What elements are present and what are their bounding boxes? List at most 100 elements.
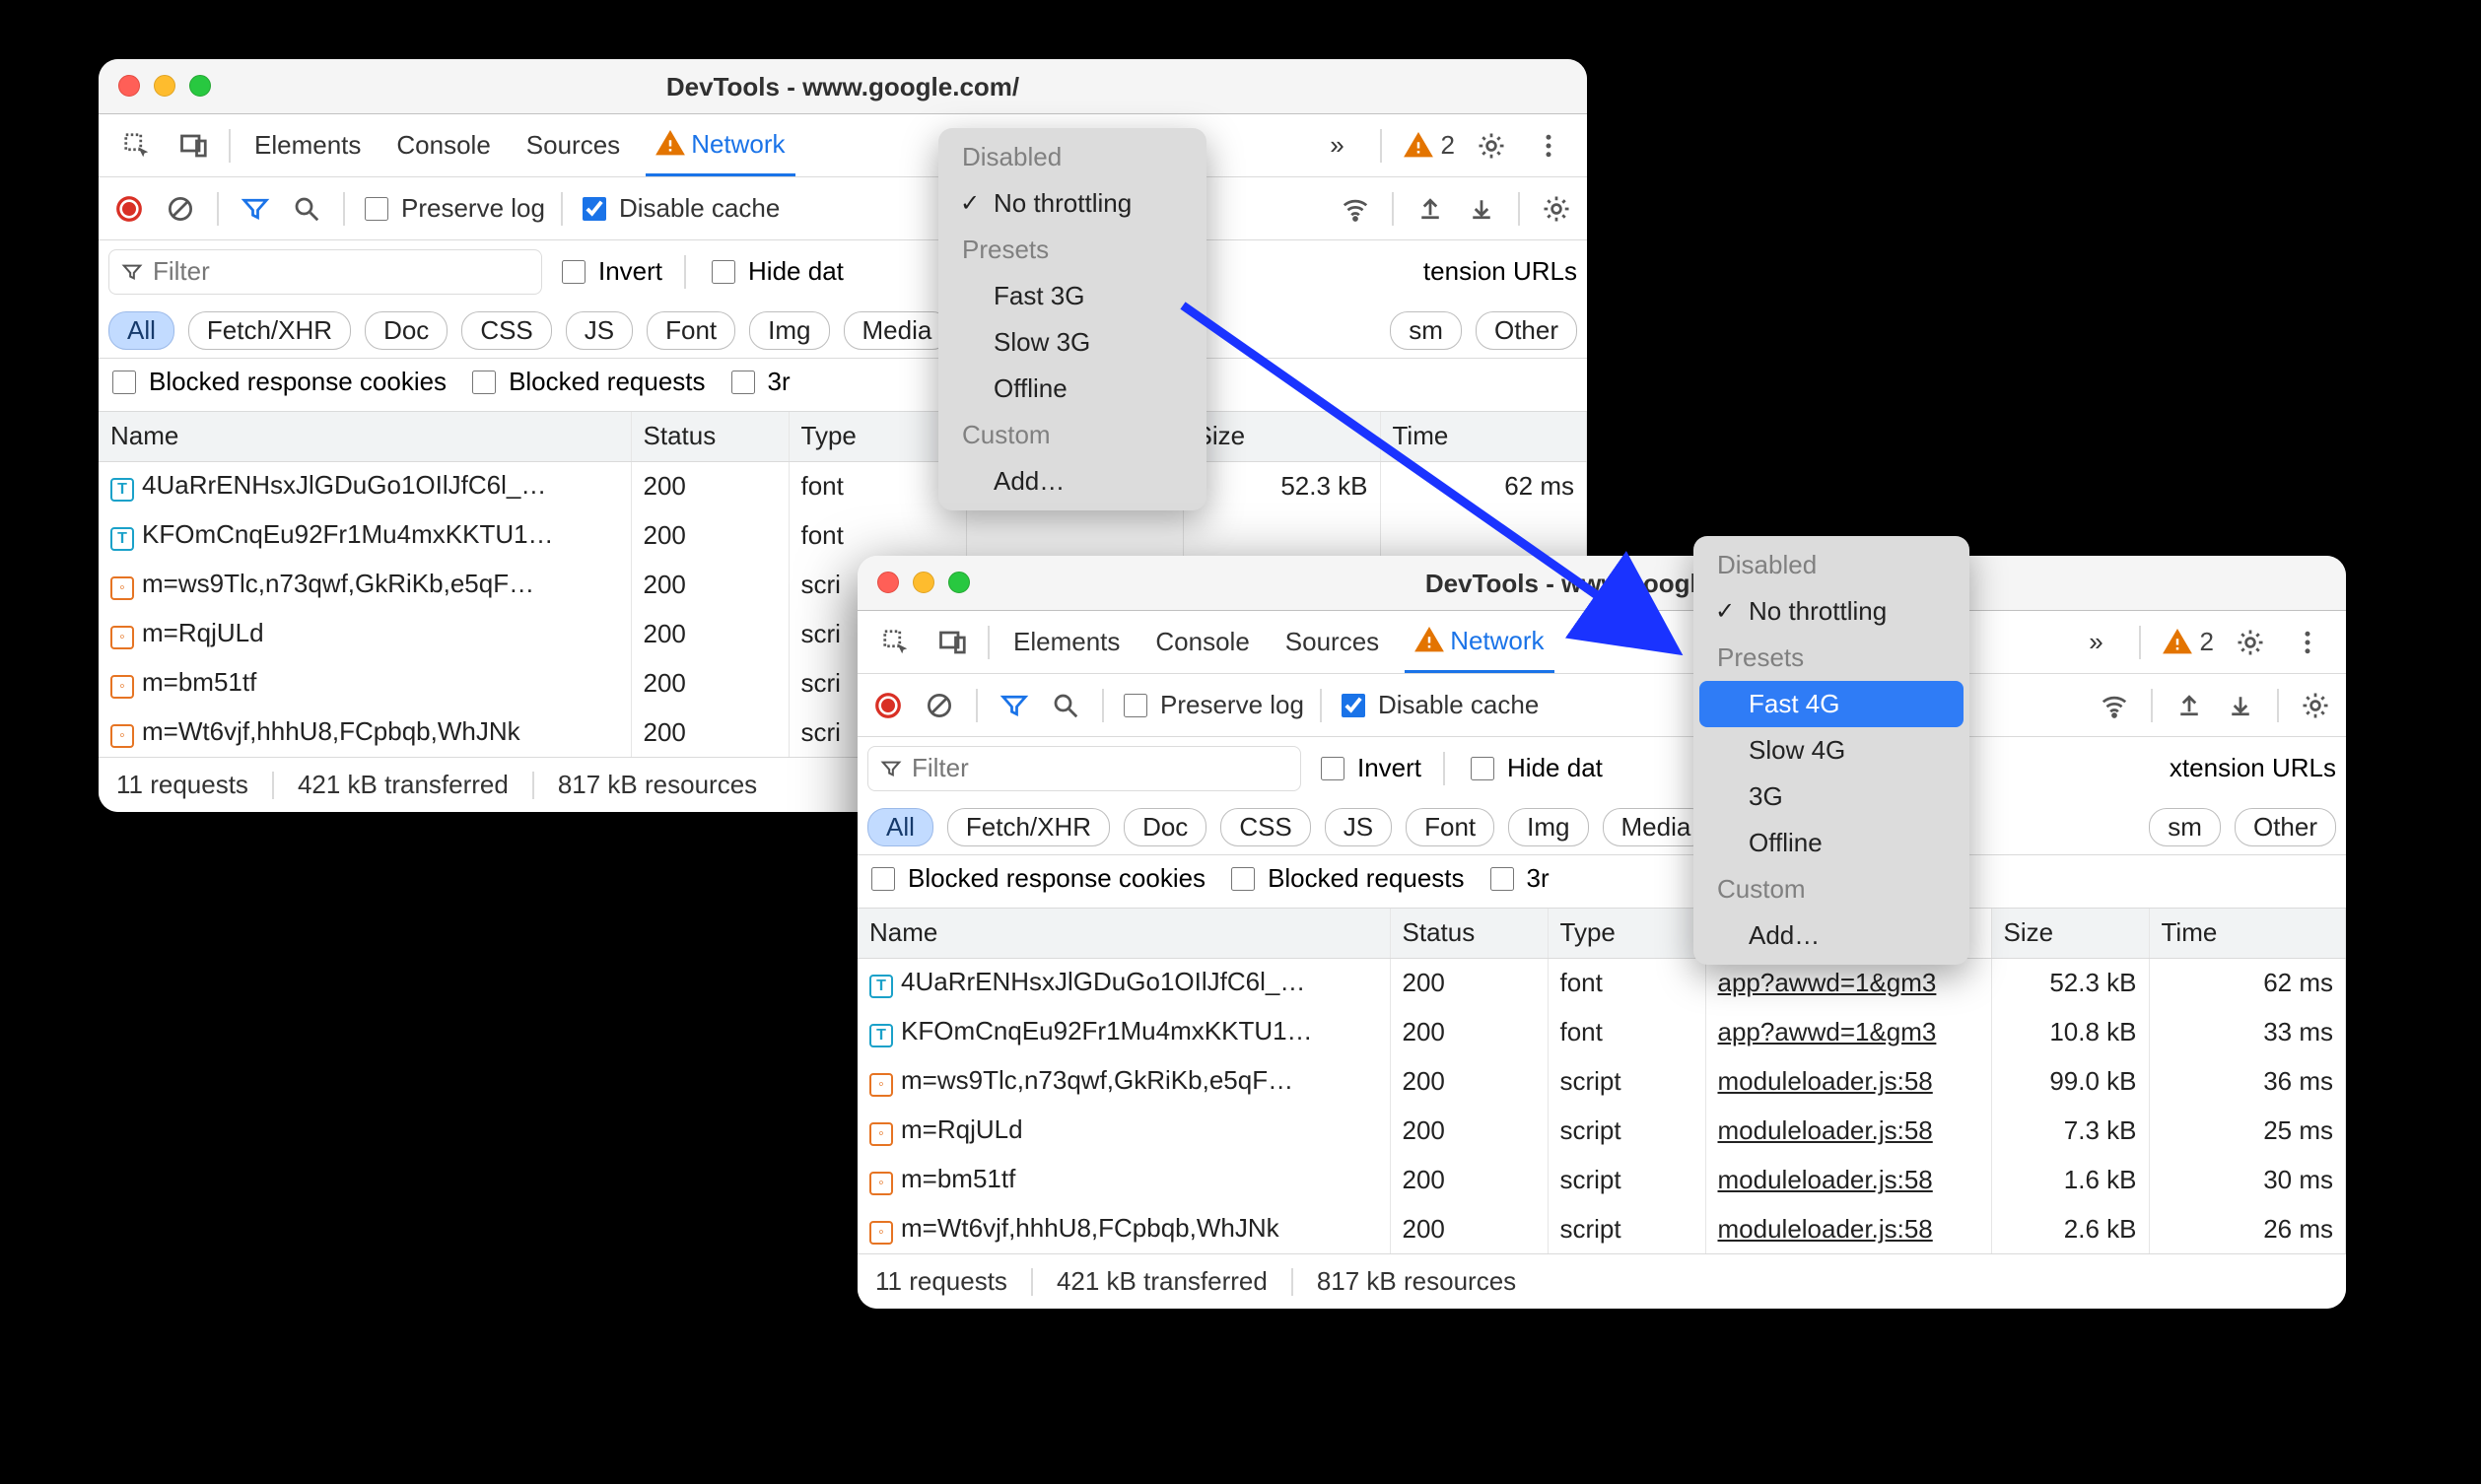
preserve-log-checkbox[interactable]: Preserve log [1120, 690, 1304, 720]
chip-css[interactable]: CSS [1220, 808, 1310, 846]
tab-sources[interactable]: Sources [1275, 611, 1389, 673]
filter-input[interactable]: Filter [108, 249, 542, 295]
blocked-requests-checkbox[interactable]: Blocked requests [1227, 863, 1464, 894]
menu-item-add[interactable]: Add… [944, 458, 1201, 505]
invert-input[interactable] [1321, 757, 1344, 780]
more-tabs-button[interactable]: » [1317, 125, 1358, 167]
network-settings-button[interactable] [1536, 188, 1577, 230]
blocked-requests-input[interactable] [472, 371, 496, 394]
blocked-requests-input[interactable] [1231, 867, 1255, 891]
hide-data-input[interactable] [712, 260, 735, 284]
menu-item-offline[interactable]: Offline [1699, 820, 1964, 866]
blocked-cookies-checkbox[interactable]: Blocked response cookies [867, 863, 1206, 894]
third-party-checkbox[interactable]: 3r [727, 367, 791, 397]
inspect-element-icon[interactable] [875, 622, 917, 663]
chip-fetch-xhr[interactable]: Fetch/XHR [947, 808, 1110, 846]
col-name[interactable]: Name [99, 412, 631, 461]
menu-item-no-throttling[interactable]: ✓ No throttling [1699, 588, 1964, 635]
chip-wasm-partial[interactable]: sm [2149, 808, 2221, 846]
invert-input[interactable] [562, 260, 586, 284]
tab-network[interactable]: Network [646, 114, 794, 176]
chip-img[interactable]: Img [749, 311, 829, 350]
network-settings-button[interactable] [2295, 685, 2336, 726]
invert-checkbox[interactable]: Invert [1317, 753, 1421, 783]
blocked-cookies-checkbox[interactable]: Blocked response cookies [108, 367, 447, 397]
issues-counter[interactable]: 2 [2163, 627, 2214, 657]
req-initiator[interactable]: moduleloader.js:58 [1705, 1155, 1991, 1204]
blocked-requests-checkbox[interactable]: Blocked requests [468, 367, 705, 397]
settings-button[interactable] [2230, 622, 2271, 663]
settings-button[interactable] [1471, 125, 1512, 167]
filter-toggle-button[interactable] [235, 188, 276, 230]
network-conditions-button[interactable] [1335, 188, 1376, 230]
inspect-element-icon[interactable] [116, 125, 158, 167]
issues-counter[interactable]: 2 [1404, 130, 1455, 161]
menu-item-offline[interactable]: Offline [944, 366, 1201, 412]
record-button[interactable] [108, 188, 150, 230]
col-size[interactable]: Size [1183, 412, 1380, 461]
chip-js[interactable]: JS [1325, 808, 1392, 846]
col-size[interactable]: Size [1991, 909, 2149, 958]
hide-data-input[interactable] [1471, 757, 1494, 780]
col-status[interactable]: Status [1390, 909, 1548, 958]
chip-fetch-xhr[interactable]: Fetch/XHR [188, 311, 351, 350]
third-party-checkbox[interactable]: 3r [1486, 863, 1550, 894]
invert-checkbox[interactable]: Invert [558, 256, 662, 287]
more-tabs-button[interactable]: » [2076, 622, 2117, 663]
menu-item-slow-4g[interactable]: Slow 4G [1699, 727, 1964, 774]
req-initiator[interactable]: moduleloader.js:58 [1705, 1106, 1991, 1155]
search-button[interactable] [1045, 685, 1086, 726]
preserve-log-checkbox[interactable]: Preserve log [361, 193, 545, 224]
menu-item-fast-3g[interactable]: Fast 3G [944, 273, 1201, 319]
chip-font[interactable]: Font [1406, 808, 1494, 846]
export-har-button[interactable] [1461, 188, 1502, 230]
clear-button[interactable] [919, 685, 960, 726]
chip-doc[interactable]: Doc [365, 311, 448, 350]
chip-doc[interactable]: Doc [1124, 808, 1206, 846]
tab-network[interactable]: Network [1405, 611, 1553, 673]
tab-elements[interactable]: Elements [1003, 611, 1130, 673]
preserve-log-input[interactable] [365, 197, 388, 221]
import-har-button[interactable] [1410, 188, 1451, 230]
tab-console[interactable]: Console [386, 114, 500, 176]
network-conditions-button[interactable] [2094, 685, 2135, 726]
table-row[interactable]: ◦m=bm51tf200scriptmoduleloader.js:581.6 … [858, 1155, 2346, 1204]
disable-cache-input[interactable] [583, 197, 606, 221]
hide-data-urls-checkbox[interactable]: Hide dat [1467, 753, 1603, 783]
table-row[interactable]: T4UaRrENHsxJlGDuGo1OIlJfC6l_… 200 font 5… [99, 461, 1587, 510]
col-time[interactable]: Time [2149, 909, 2346, 958]
chip-all[interactable]: All [108, 311, 174, 350]
menu-item-fast-4g[interactable]: Fast 4G [1699, 681, 1964, 727]
chip-media[interactable]: Media [844, 311, 951, 350]
req-initiator[interactable]: app?awwd=1&gm3 [1705, 958, 1991, 1007]
filter-input[interactable]: Filter [867, 746, 1301, 791]
req-initiator[interactable]: moduleloader.js:58 [1705, 1204, 1991, 1253]
disable-cache-checkbox[interactable]: Disable cache [579, 193, 780, 224]
req-initiator[interactable]: moduleloader.js:58 [1705, 1056, 1991, 1106]
blocked-cookies-input[interactable] [112, 371, 136, 394]
disable-cache-checkbox[interactable]: Disable cache [1338, 690, 1539, 720]
clear-button[interactable] [160, 188, 201, 230]
record-button[interactable] [867, 685, 909, 726]
table-row[interactable]: TKFOmCnqEu92Fr1Mu4mxKKTU1…200fontapp?aww… [858, 1007, 2346, 1056]
table-row[interactable]: T4UaRrENHsxJlGDuGo1OIlJfC6l_…200fontapp?… [858, 958, 2346, 1007]
import-har-button[interactable] [2169, 685, 2210, 726]
menu-item-slow-3g[interactable]: Slow 3G [944, 319, 1201, 366]
col-time[interactable]: Time [1380, 412, 1587, 461]
disable-cache-input[interactable] [1342, 694, 1365, 717]
third-party-input[interactable] [1490, 867, 1514, 891]
menu-item-add[interactable]: Add… [1699, 912, 1964, 959]
col-status[interactable]: Status [631, 412, 789, 461]
device-toolbar-icon[interactable] [932, 622, 974, 663]
menu-item-no-throttling[interactable]: ✓ No throttling [944, 180, 1201, 227]
customize-menu-button[interactable] [2287, 622, 2328, 663]
chip-other[interactable]: Other [1476, 311, 1577, 350]
third-party-input[interactable] [731, 371, 755, 394]
chip-font[interactable]: Font [647, 311, 735, 350]
col-name[interactable]: Name [858, 909, 1390, 958]
chip-other[interactable]: Other [2235, 808, 2336, 846]
customize-menu-button[interactable] [1528, 125, 1569, 167]
table-row[interactable]: ◦m=Wt6vjf,hhhU8,FCpbqb,WhJNk200scriptmod… [858, 1204, 2346, 1253]
chip-js[interactable]: JS [566, 311, 633, 350]
chip-css[interactable]: CSS [461, 311, 551, 350]
